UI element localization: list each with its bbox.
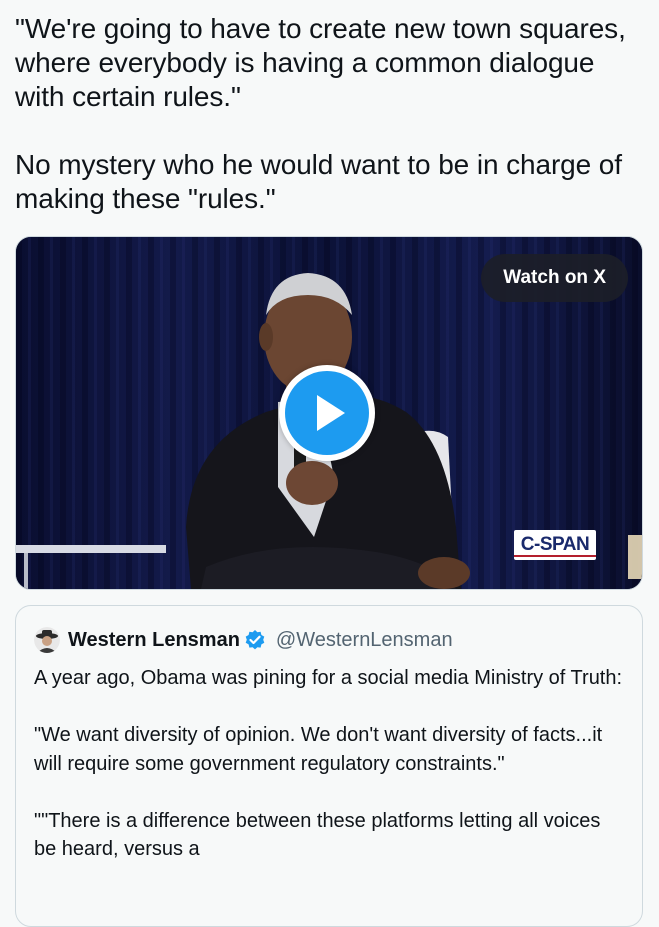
- quoted-paragraph-3: ""There is a difference between these pl…: [34, 809, 601, 861]
- avatar[interactable]: [34, 627, 60, 653]
- quoted-paragraph-1: A year ago, Obama was pining for a socia…: [34, 667, 623, 689]
- avatar-image: [34, 627, 60, 653]
- quoted-tweet[interactable]: Western Lensman @WesternLensman A year a…: [15, 605, 643, 927]
- cspan-logo: C-SPAN: [514, 530, 596, 560]
- tweet-paragraph-1: "We're going to have to create new town …: [15, 13, 626, 112]
- watch-on-x-button[interactable]: Watch on X: [481, 254, 628, 302]
- cspan-logo-text: C-SPAN: [520, 534, 590, 555]
- quoted-tweet-body: A year ago, Obama was pining for a socia…: [34, 664, 624, 864]
- tweet-paragraph-2: No mystery who he would want to be in ch…: [15, 149, 622, 214]
- verified-badge-icon: [244, 629, 266, 651]
- cspan-logo-stripe: [514, 555, 596, 557]
- quoted-tweet-header: Western Lensman @WesternLensman: [34, 626, 453, 654]
- play-button[interactable]: [279, 365, 375, 461]
- play-icon: [317, 395, 345, 431]
- video-player[interactable]: Watch on X C-SPAN: [15, 236, 643, 590]
- author-name[interactable]: Western Lensman: [68, 629, 240, 652]
- author-handle[interactable]: @WesternLensman: [276, 629, 453, 652]
- tweet-text: "We're going to have to create new town …: [15, 12, 650, 216]
- quoted-paragraph-2: "We want diversity of opinion. We don't …: [34, 724, 603, 775]
